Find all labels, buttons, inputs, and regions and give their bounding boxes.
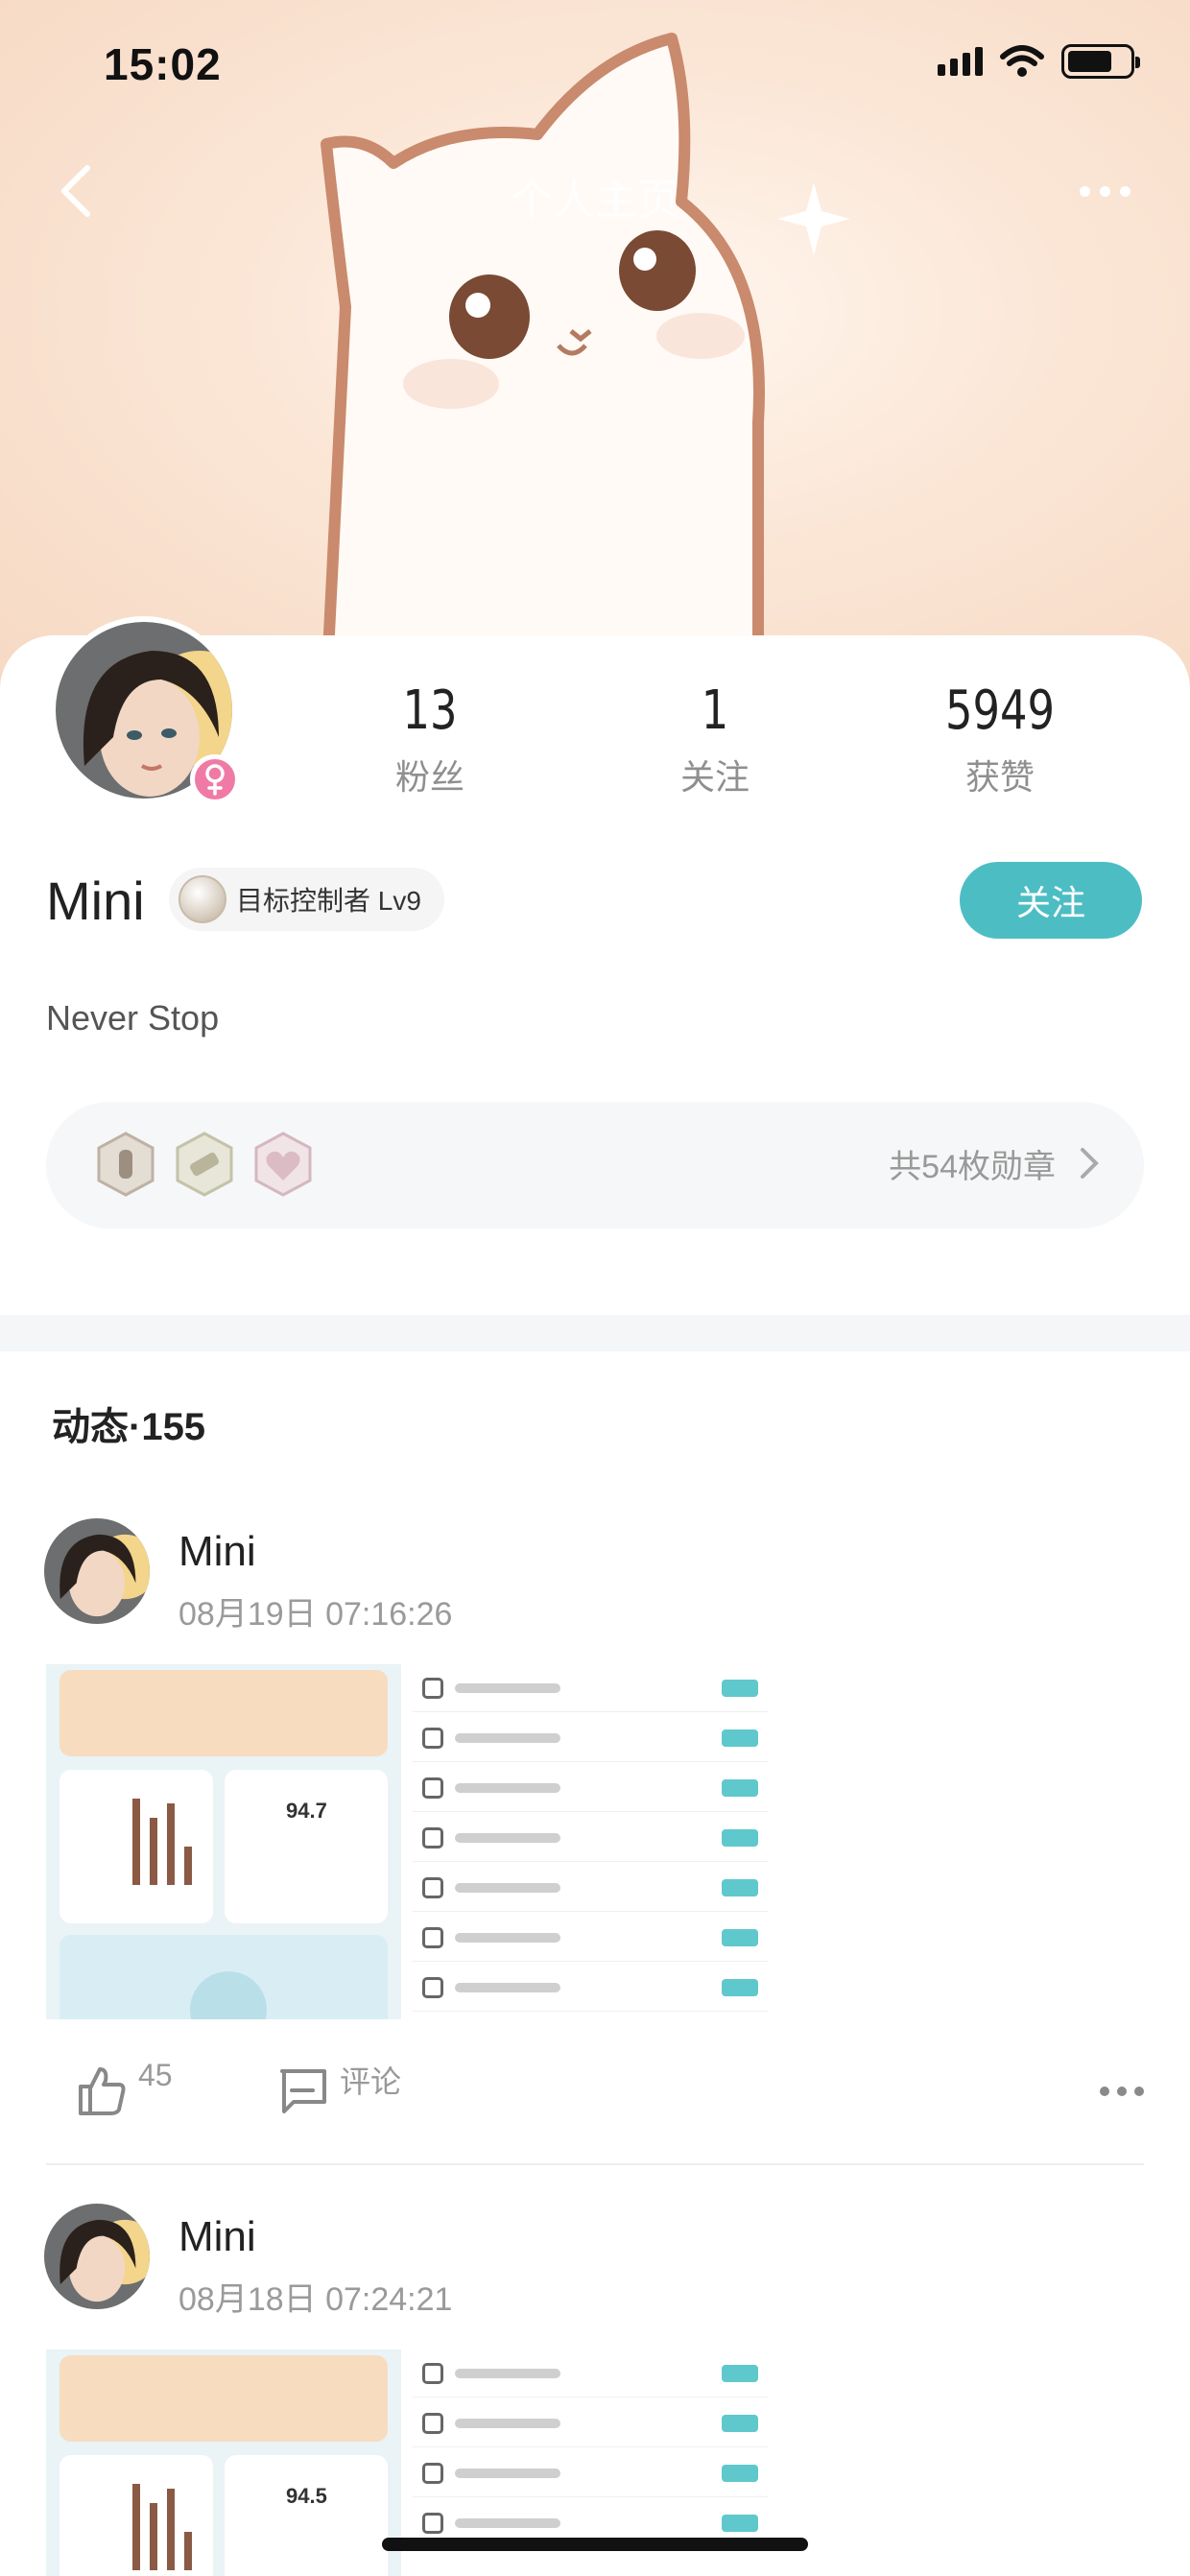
- more-button[interactable]: [1061, 157, 1148, 225]
- likes-label: 获赞: [964, 757, 1035, 797]
- status-icons: [938, 44, 1140, 79]
- level-badge[interactable]: 目标控制者 Lv9: [169, 868, 444, 931]
- post-time: 08月18日 07:24:21: [178, 2281, 453, 2318]
- post-avatar[interactable]: [44, 1518, 150, 1624]
- more-icon: [1100, 2087, 1109, 2096]
- level-icon: [178, 875, 226, 923]
- follow-button[interactable]: 关注: [960, 862, 1142, 939]
- medal-count: 共54枚勋章: [889, 1149, 1056, 1185]
- like-button[interactable]: 45: [75, 2058, 173, 2117]
- status-bar: 15:02: [0, 0, 1190, 134]
- post-divider: [46, 2163, 1144, 2165]
- followers-label: 粉丝: [394, 757, 464, 797]
- followers-count: 13: [402, 680, 458, 742]
- post-more-button[interactable]: [1100, 2087, 1144, 2096]
- nav-bar: 个人主页: [0, 144, 1190, 240]
- post-image[interactable]: 94.7: [46, 1664, 401, 2019]
- profile-bio: Never Stop: [46, 998, 220, 1038]
- page-title: 个人主页: [511, 177, 679, 224]
- post-avatar[interactable]: [44, 2204, 150, 2309]
- thumb-value: 94.7: [286, 1799, 327, 1823]
- post-image[interactable]: 94.5: [46, 2349, 401, 2576]
- battery-icon: [1061, 44, 1140, 79]
- medal-icon: [176, 1132, 233, 1197]
- feed-title: 动态·155: [52, 1406, 206, 1448]
- likes-count: 5949: [944, 680, 1055, 742]
- stat-following[interactable]: 1 关注: [619, 680, 811, 799]
- home-indicator[interactable]: [382, 2538, 808, 2551]
- thumbs-up-icon: [79, 2067, 126, 2115]
- signal-icon: [938, 47, 983, 76]
- like-count: 45: [138, 2058, 173, 2092]
- comment-label: 评论: [340, 2064, 402, 2099]
- status-time: 15:02: [104, 39, 222, 89]
- medal-icon: [254, 1132, 312, 1197]
- comment-icon: [280, 2069, 326, 2113]
- wifi-icon: [1000, 45, 1044, 77]
- stat-likes[interactable]: 5949 获赞: [904, 680, 1096, 799]
- medal-icon: [97, 1132, 155, 1197]
- post-author: Mini: [178, 2213, 256, 2260]
- profile-name: Mini: [46, 871, 145, 931]
- comment-button[interactable]: 评论: [276, 2063, 401, 2117]
- thumb-value: 94.5: [286, 2484, 327, 2508]
- post-time: 08月19日 07:16:26: [178, 1596, 453, 1633]
- more-icon: [1079, 185, 1090, 197]
- post-author: Mini: [178, 1528, 256, 1575]
- following-label: 关注: [679, 757, 750, 797]
- following-count: 1: [701, 680, 729, 742]
- medals-bar[interactable]: 共54枚勋章: [46, 1102, 1144, 1228]
- female-icon: [190, 754, 240, 804]
- stat-followers[interactable]: 13 粉丝: [334, 680, 526, 799]
- section-divider: [0, 1315, 1190, 1351]
- chevron-right-icon: [1081, 1148, 1099, 1179]
- post-image[interactable]: [413, 1664, 768, 2019]
- level-text: 目标控制者 Lv9: [236, 886, 421, 916]
